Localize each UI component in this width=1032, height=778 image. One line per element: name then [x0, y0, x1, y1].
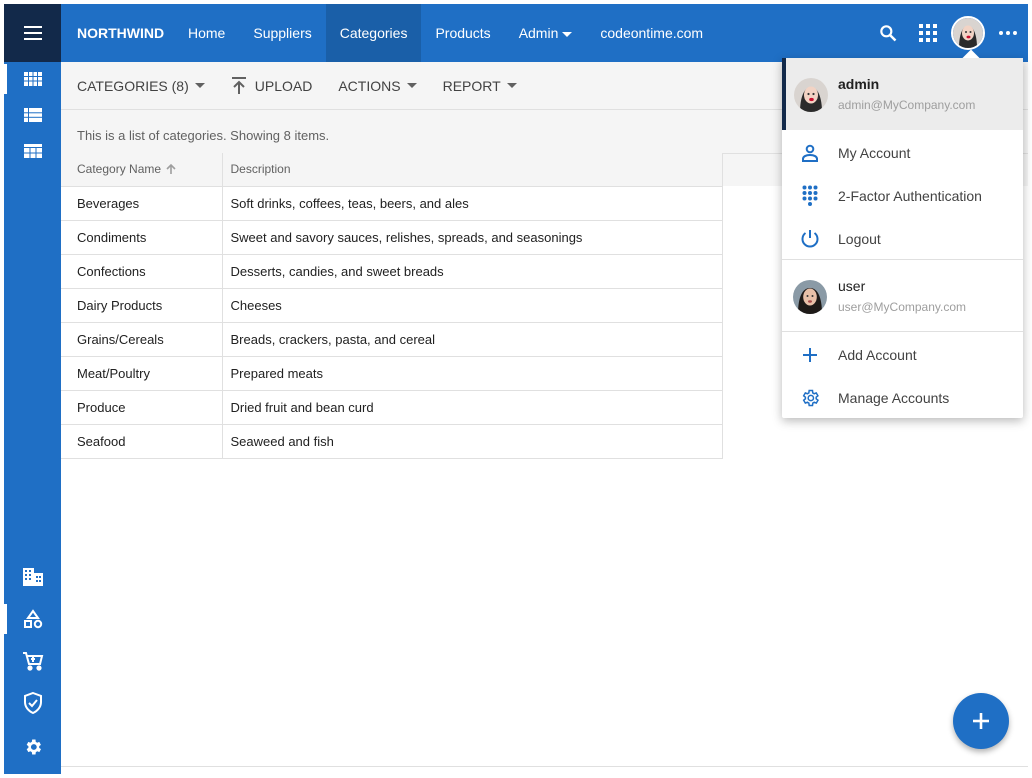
table-row[interactable]: Seafood Seaweed and fish — [61, 424, 723, 459]
cell-category-name: Seafood — [61, 424, 223, 459]
caret-down-icon — [194, 83, 205, 88]
logout-item[interactable]: Logout — [782, 217, 1023, 260]
power-icon — [801, 229, 819, 247]
cell-description: Seaweed and fish — [222, 424, 723, 459]
plus-icon — [973, 713, 989, 729]
cell-description: Soft drinks, coffees, teas, beers, and a… — [222, 186, 723, 221]
bottom-divider — [61, 766, 1028, 767]
cell-description: Cheeses — [222, 288, 723, 323]
menu-divider — [782, 331, 1023, 332]
manage-accounts-item[interactable]: Manage Accounts — [782, 376, 1023, 419]
nav-home[interactable]: Home — [174, 4, 239, 62]
cell-category-name: Produce — [61, 390, 223, 425]
menu-button[interactable] — [4, 4, 61, 62]
table-row[interactable]: Confections Desserts, candies, and sweet … — [61, 254, 723, 289]
cell-category-name: Meat/Poultry — [61, 356, 223, 391]
sidebar-item-table[interactable] — [4, 134, 61, 168]
sidebar-item-security[interactable] — [4, 686, 61, 720]
upload-button[interactable]: UPLOAD — [231, 76, 312, 95]
grid-header-row: Category Name Description — [61, 153, 723, 187]
categories-view-button[interactable]: CATEGORIES (8) — [77, 78, 205, 94]
brand-title[interactable]: NORTHWIND — [77, 4, 164, 62]
sidebar — [4, 62, 61, 774]
list-icon — [23, 108, 42, 122]
table-row[interactable]: Meat/Poultry Prepared meats — [61, 356, 723, 391]
report-button[interactable]: REPORT — [443, 78, 517, 94]
avatar — [951, 16, 985, 50]
cell-category-name: Dairy Products — [61, 288, 223, 323]
categories-grid: Category Name Description Beverages Soft … — [61, 153, 723, 459]
search-button[interactable] — [868, 4, 908, 62]
suppliers-icon — [22, 568, 43, 586]
more-icon — [999, 31, 1017, 35]
upload-icon — [231, 76, 246, 94]
my-account-item[interactable]: My Account — [782, 131, 1023, 174]
nav-products[interactable]: Products — [421, 4, 504, 62]
cell-description: Dried fruit and bean curd — [222, 390, 723, 425]
sidebar-item-list[interactable] — [4, 98, 61, 132]
admin-avatar — [794, 78, 828, 112]
info-text: This is a list of categories. Showing 8 … — [77, 128, 330, 143]
shield-icon — [23, 692, 42, 714]
nav-codeontime[interactable]: codeontime.com — [586, 4, 717, 62]
account-name: user — [838, 278, 866, 294]
hamburger-icon — [23, 26, 42, 40]
cell-description: Sweet and savory sauces, relishes, sprea… — [222, 220, 723, 255]
nav-suppliers[interactable]: Suppliers — [239, 4, 325, 62]
sidebar-item-settings[interactable] — [4, 730, 61, 764]
actions-button[interactable]: ACTIONS — [338, 78, 417, 94]
add-fab-button[interactable] — [953, 693, 1009, 749]
nav-admin[interactable]: Admin — [505, 4, 587, 62]
caret-down-icon — [506, 83, 517, 88]
cell-category-name: Beverages — [61, 186, 223, 221]
sidebar-item-categories[interactable] — [4, 62, 61, 96]
account-name: admin — [838, 76, 880, 92]
caret-down-icon — [406, 83, 417, 88]
app-bar: NORTHWIND Home Suppliers Categories Prod… — [4, 4, 1028, 62]
two-factor-item[interactable]: 2-Factor Authentication — [782, 174, 1023, 217]
categories-grid-icon — [23, 72, 42, 86]
cell-category-name: Confections — [61, 254, 223, 289]
dialpad-icon — [802, 185, 818, 206]
apps-icon — [919, 24, 937, 42]
account-menu: admin admin@MyCompany.com My Account 2-F… — [782, 49, 1023, 419]
person-icon — [802, 144, 818, 162]
gear-icon — [26, 739, 41, 755]
apps-button[interactable] — [908, 4, 948, 62]
cell-category-name: Condiments — [61, 220, 223, 255]
account-email: user@MyCompany.com — [838, 300, 966, 314]
cell-category-name: Grains/Cereals — [61, 322, 223, 357]
more-button[interactable] — [988, 4, 1028, 62]
main-nav: Home Suppliers Categories Products Admin… — [174, 4, 717, 62]
sidebar-item-suppliers[interactable] — [4, 560, 61, 594]
current-account[interactable]: admin admin@MyCompany.com — [782, 58, 1023, 130]
account-email: admin@MyCompany.com — [838, 98, 976, 112]
other-account[interactable]: user user@MyCompany.com — [782, 260, 1023, 332]
sidebar-item-cart[interactable] — [4, 644, 61, 678]
table-row[interactable]: Beverages Soft drinks, coffees, teas, bee… — [61, 186, 723, 221]
column-header-description[interactable]: Description — [222, 153, 723, 187]
nav-categories[interactable]: Categories — [325, 4, 422, 62]
sidebar-item-shapes[interactable] — [4, 602, 61, 636]
cart-icon — [22, 652, 43, 671]
cell-description: Desserts, candies, and sweet breads — [222, 254, 723, 289]
sort-ascending-icon — [166, 164, 176, 175]
gear-icon — [802, 389, 819, 406]
shapes-icon — [23, 609, 42, 629]
plus-icon — [803, 347, 817, 362]
user-avatar — [793, 280, 827, 314]
table-row[interactable]: Produce Dried fruit and bean curd — [61, 390, 723, 425]
caret-down-icon — [562, 31, 573, 37]
cell-description: Prepared meats — [222, 356, 723, 391]
table-row[interactable]: Grains/Cereals Breads, crackers, pasta, a… — [61, 322, 723, 357]
top-icons — [868, 4, 1028, 62]
add-account-item[interactable]: Add Account — [782, 333, 1023, 376]
column-header-category-name[interactable]: Category Name — [61, 153, 223, 187]
table-row[interactable]: Dairy Products Cheeses — [61, 288, 723, 323]
search-icon — [880, 25, 897, 42]
table-row[interactable]: Condiments Sweet and savory sauces, relis… — [61, 220, 723, 255]
cell-description: Breads, crackers, pasta, and cereal — [222, 322, 723, 357]
table-icon — [23, 144, 42, 158]
